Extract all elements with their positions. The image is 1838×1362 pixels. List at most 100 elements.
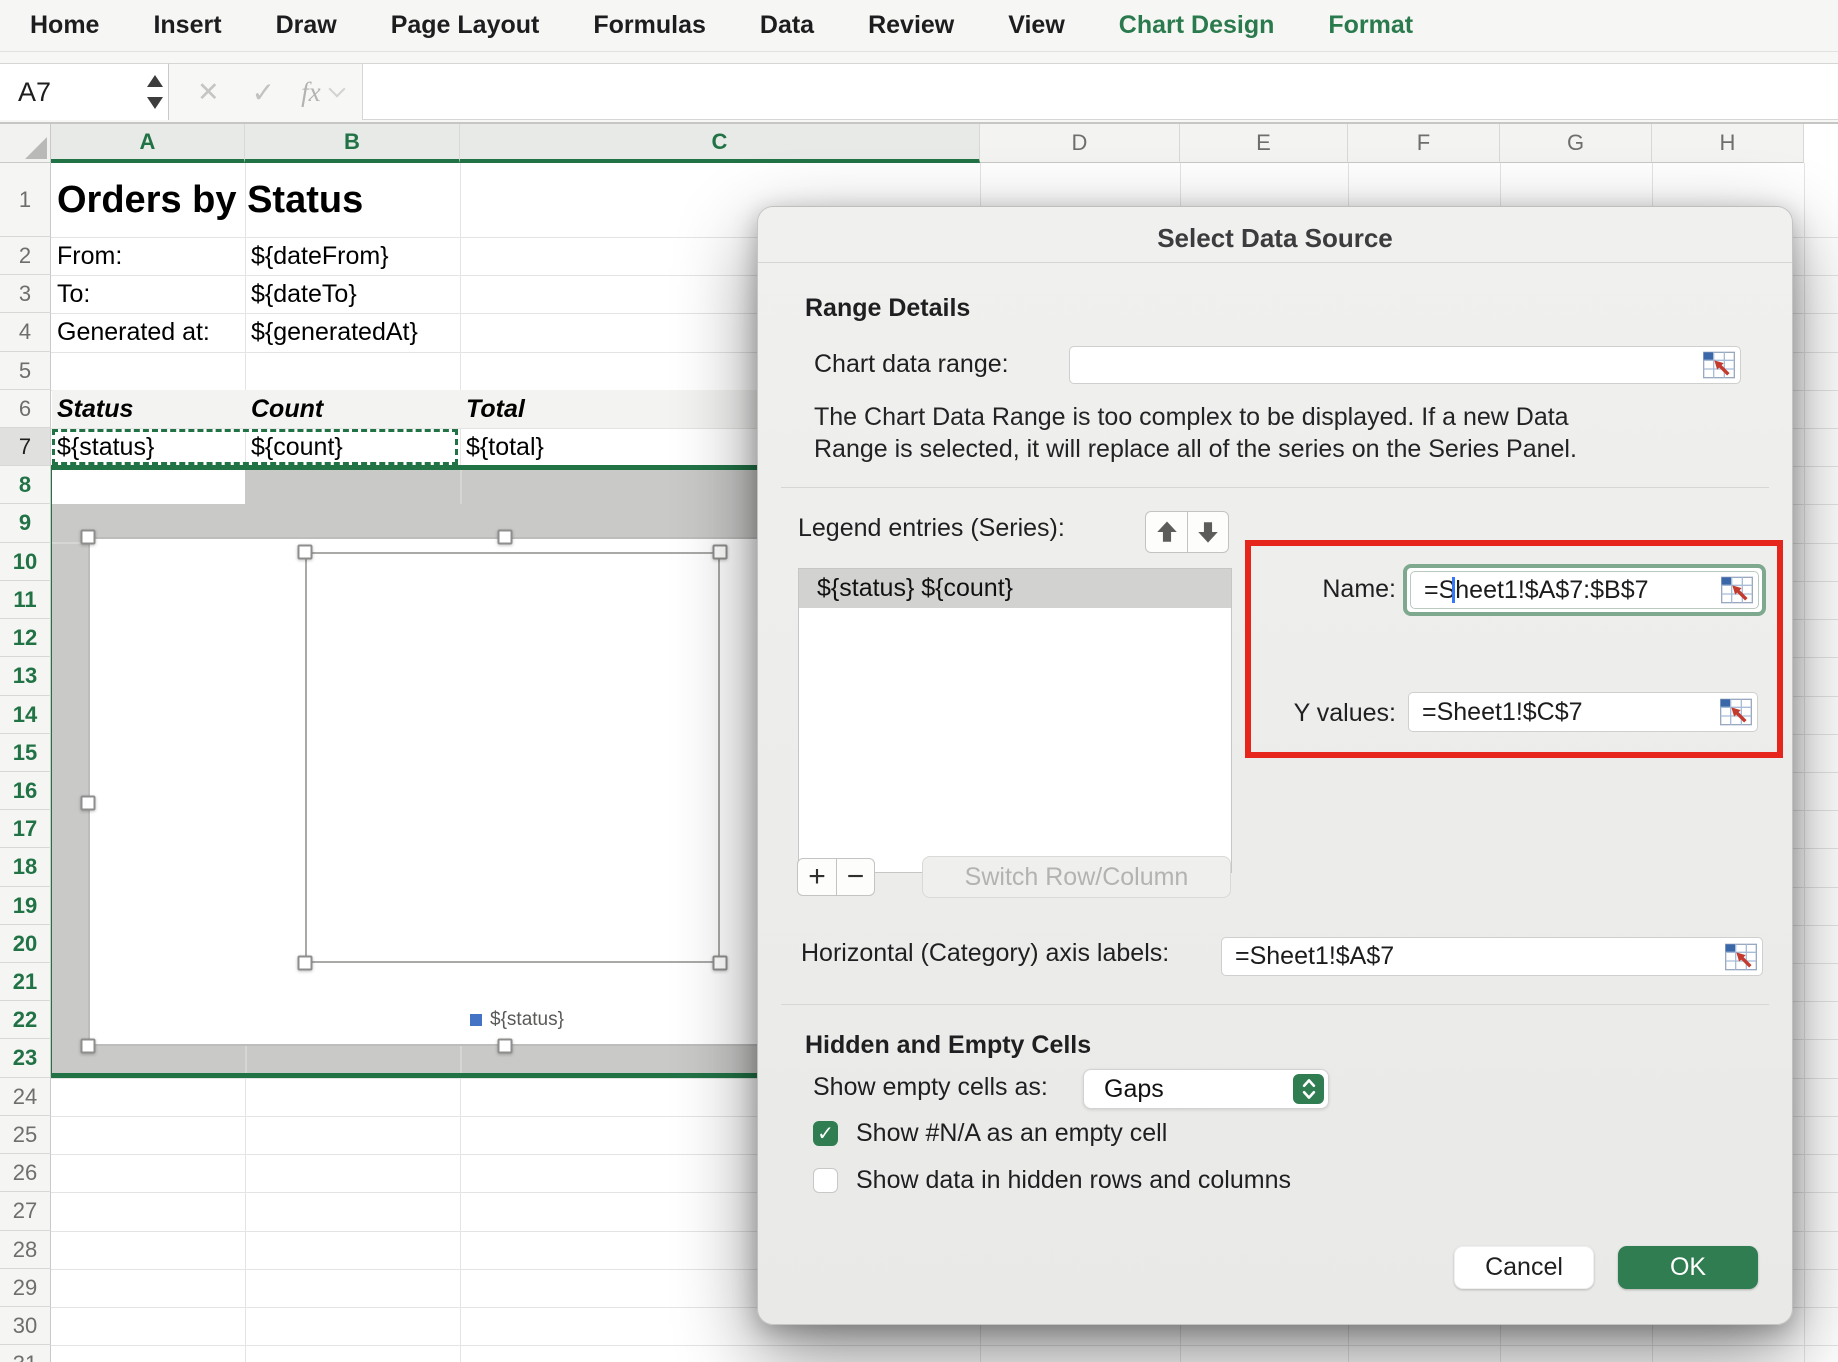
row-header-3[interactable]: 3 [0, 275, 51, 313]
row-header-28[interactable]: 28 [0, 1231, 51, 1269]
row-header-12[interactable]: 12 [0, 619, 51, 657]
cell-A3[interactable]: To: [57, 275, 90, 313]
ribbon-tab-review[interactable]: Review [868, 11, 954, 40]
resize-handle[interactable] [498, 530, 513, 545]
row-header-25[interactable]: 25 [0, 1116, 51, 1154]
cancel-button[interactable]: Cancel [1454, 1246, 1594, 1289]
cell-C7[interactable]: ${total} [466, 428, 544, 466]
remove-series-button[interactable]: − [836, 858, 875, 896]
select-all-corner[interactable] [0, 124, 51, 163]
row-header-27[interactable]: 27 [0, 1192, 51, 1231]
cancel-entry-icon[interactable]: ✕ [197, 77, 220, 108]
row-header-10[interactable]: 10 [0, 543, 51, 581]
cell-B6[interactable]: Count [251, 390, 323, 428]
resize-handle[interactable] [81, 530, 96, 545]
stepper-up-icon[interactable] [147, 75, 163, 87]
row-header-23[interactable]: 23 [0, 1039, 51, 1078]
resize-handle[interactable] [498, 1039, 513, 1054]
column-header-C[interactable]: C [460, 124, 980, 163]
row-header-11[interactable]: 11 [0, 581, 51, 619]
resize-handle[interactable] [81, 1039, 96, 1054]
show-hidden-checkbox[interactable] [813, 1168, 838, 1193]
range-selector-icon[interactable] [1720, 699, 1752, 726]
cell-C6[interactable]: Total [466, 390, 525, 428]
chart-legend[interactable]: ${status} [470, 1009, 564, 1031]
row-header-19[interactable]: 19 [0, 887, 51, 925]
formula-input[interactable] [362, 63, 1838, 120]
series-list[interactable]: ${status} ${count} [798, 568, 1232, 873]
show-empty-cells-dropdown[interactable]: Gaps [1083, 1069, 1329, 1109]
row-header-20[interactable]: 20 [0, 925, 51, 963]
ribbon-tab-page-layout[interactable]: Page Layout [391, 11, 540, 40]
column-header-H[interactable]: H [1652, 124, 1804, 163]
resize-handle[interactable] [298, 545, 313, 560]
row-header-21[interactable]: 21 [0, 963, 51, 1001]
range-selector-icon[interactable] [1721, 577, 1753, 604]
series-list-item-selected[interactable]: ${status} ${count} [799, 569, 1231, 608]
row-header-16[interactable]: 16 [0, 772, 51, 810]
column-header-E[interactable]: E [1180, 124, 1348, 163]
cell-A1[interactable]: Orders by Status [57, 163, 363, 237]
ribbon-tab-chart-design[interactable]: Chart Design [1119, 11, 1275, 40]
column-header-D[interactable]: D [980, 124, 1180, 163]
row-header-15[interactable]: 15 [0, 734, 51, 772]
cell-B4[interactable]: ${generatedAt} [251, 313, 418, 352]
insert-function-icon[interactable]: fx [301, 77, 321, 108]
row-header-9[interactable]: 9 [0, 504, 51, 543]
move-series-up-button[interactable] [1145, 511, 1187, 553]
row-header-2[interactable]: 2 [0, 237, 51, 275]
axis-labels-input[interactable]: =Sheet1!$A$7 [1221, 937, 1763, 976]
row-header-30[interactable]: 30 [0, 1307, 51, 1345]
column-header-B[interactable]: B [245, 124, 460, 163]
chart-data-range-input[interactable] [1069, 346, 1741, 384]
y-values-input[interactable]: =Sheet1!$C$7 [1408, 692, 1758, 732]
range-selector-icon[interactable] [1725, 943, 1757, 970]
row-header-17[interactable]: 17 [0, 810, 51, 848]
row-header-13[interactable]: 13 [0, 657, 51, 696]
row-header-14[interactable]: 14 [0, 696, 51, 734]
ribbon-tab-insert[interactable]: Insert [153, 11, 221, 40]
cell-B2[interactable]: ${dateFrom} [251, 237, 389, 275]
show-na-checkbox[interactable]: ✓ [813, 1121, 838, 1146]
switch-row-column-button[interactable]: Switch Row/Column [922, 856, 1231, 898]
name-box[interactable]: A7 [0, 63, 169, 120]
row-header-31[interactable]: 31 [0, 1345, 51, 1362]
row-header-1[interactable]: 1 [0, 163, 51, 237]
row-header-18[interactable]: 18 [0, 848, 51, 887]
cell-A2[interactable]: From: [57, 237, 122, 275]
resize-handle[interactable] [713, 956, 728, 971]
row-header-5[interactable]: 5 [0, 352, 51, 390]
resize-handle[interactable] [713, 545, 728, 560]
ribbon-tab-view[interactable]: View [1008, 11, 1065, 40]
row-header-29[interactable]: 29 [0, 1269, 51, 1307]
row-header-24[interactable]: 24 [0, 1078, 51, 1116]
column-header-F[interactable]: F [1348, 124, 1500, 163]
cell-A4[interactable]: Generated at: [57, 313, 210, 352]
row-header-22[interactable]: 22 [0, 1001, 51, 1039]
confirm-entry-icon[interactable]: ✓ [252, 76, 275, 109]
move-series-down-button[interactable] [1187, 511, 1229, 553]
row-header-26[interactable]: 26 [0, 1154, 51, 1192]
row-header-6[interactable]: 6 [0, 390, 51, 428]
ribbon-tab-format[interactable]: Format [1328, 11, 1413, 40]
series-name-input[interactable]: =Sheet1!$A$7:$B$7 [1410, 571, 1759, 609]
add-series-button[interactable]: + [797, 858, 836, 896]
ribbon-tab-data[interactable]: Data [760, 11, 814, 40]
row-header-8[interactable]: 8 [0, 466, 51, 504]
ribbon-tab-formulas[interactable]: Formulas [593, 11, 706, 40]
cell-A6[interactable]: Status [57, 390, 133, 428]
cell-B3[interactable]: ${dateTo} [251, 275, 357, 313]
chart-plot-area[interactable] [305, 552, 720, 963]
row-header-7[interactable]: 7 [0, 428, 51, 466]
range-selector-icon[interactable] [1703, 352, 1735, 379]
row-header-4[interactable]: 4 [0, 313, 51, 352]
resize-handle[interactable] [298, 956, 313, 971]
resize-handle[interactable] [81, 796, 96, 811]
column-header-A[interactable]: A [51, 124, 245, 163]
ribbon-tab-draw[interactable]: Draw [276, 11, 337, 40]
ok-button[interactable]: OK [1618, 1246, 1758, 1289]
stepper-down-icon[interactable] [147, 97, 163, 109]
ribbon-tab-home[interactable]: Home [30, 11, 99, 40]
column-header-G[interactable]: G [1500, 124, 1652, 163]
name-box-stepper[interactable] [146, 73, 162, 111]
